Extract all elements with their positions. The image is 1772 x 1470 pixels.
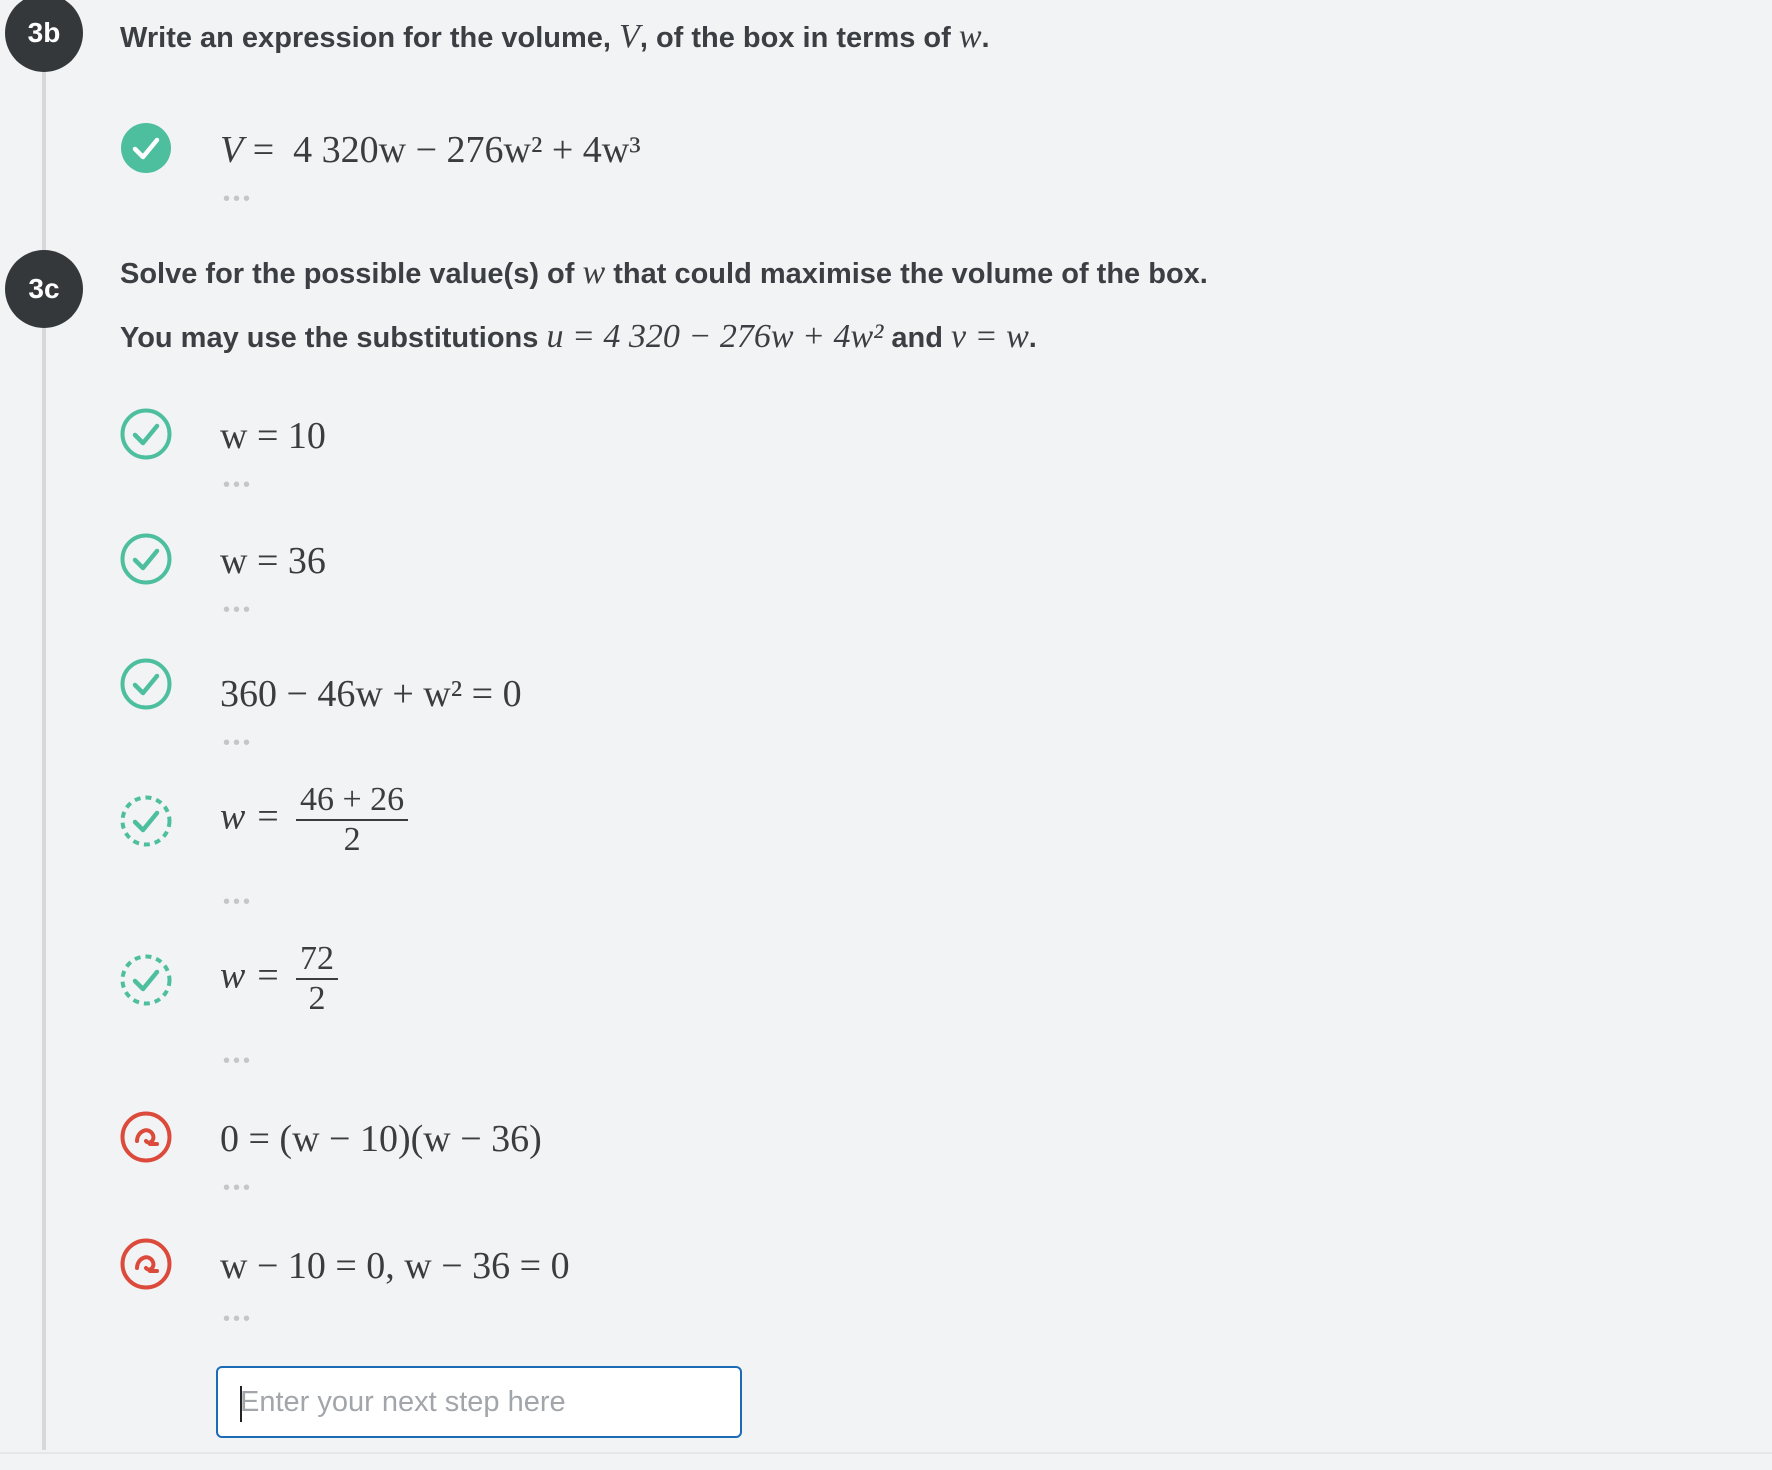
step-expression: 360 − 46w + w² = 0 (220, 673, 522, 715)
correct-dashed-icon (120, 954, 172, 1006)
step-more-dots[interactable]: ••• (223, 600, 253, 620)
next-step-input-box[interactable] (216, 1366, 742, 1438)
correct-outline-icon (120, 408, 172, 460)
retry-icon (120, 1111, 172, 1163)
step-more-dots[interactable]: ••• (223, 1178, 253, 1198)
step-expression: w = 10 (220, 415, 326, 457)
correct-dashed-icon (120, 795, 172, 847)
step-more-dots[interactable]: ••• (223, 892, 253, 912)
correct-outline-icon (120, 658, 172, 710)
step-more-dots[interactable]: ••• (223, 189, 253, 209)
correct-filled-icon (120, 122, 172, 174)
question-3b-prompt: Write an expression for the volume, V, o… (120, 18, 990, 55)
step-expression: w = 46 + 26 2 (220, 781, 409, 859)
question-3c-prompt-line1: Solve for the possible value(s) of w tha… (120, 254, 1208, 291)
next-step-input[interactable] (218, 1368, 740, 1436)
text-caret (240, 1386, 242, 1422)
part-badge-3c: 3c (5, 250, 83, 328)
step-expression: w = 72 2 (220, 940, 338, 1018)
correct-outline-icon (120, 533, 172, 585)
step-expression: 0 = (w − 10)(w − 36) (220, 1118, 542, 1160)
step-more-dots[interactable]: ••• (223, 1309, 253, 1329)
question-3c-prompt-line2: You may use the substitutions u = 4 320 … (120, 318, 1037, 355)
step-more-dots[interactable]: ••• (223, 475, 253, 495)
fraction: 72 2 (296, 940, 338, 1018)
step-more-dots[interactable]: ••• (223, 733, 253, 753)
retry-icon (120, 1238, 172, 1290)
step-expression: V = 4 320w − 276w² + 4w³ (220, 129, 641, 171)
step-expression: w = 36 (220, 540, 326, 582)
step-more-dots[interactable]: ••• (223, 1051, 253, 1071)
part-badge-3b: 3b (5, 0, 83, 72)
step-expression: w − 10 = 0, w − 36 = 0 (220, 1245, 570, 1287)
bottom-divider (0, 1452, 1772, 1454)
fraction: 46 + 26 2 (296, 781, 409, 859)
